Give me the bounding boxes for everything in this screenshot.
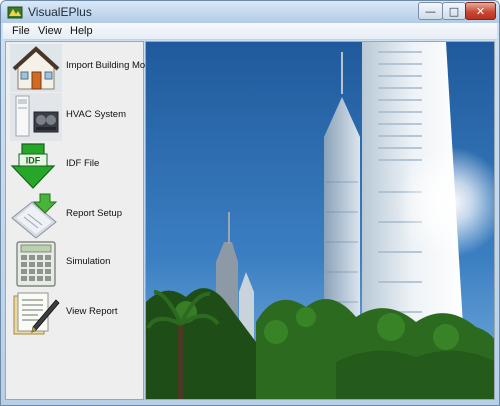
calculator-icon [10, 240, 62, 288]
sidebar-item-label: View Report [66, 306, 118, 317]
idf-icon-text: IDF [26, 156, 41, 166]
sidebar-item-hvac-system[interactable]: HVAC System [10, 93, 144, 141]
sidebar-item-label: HVAC System [66, 109, 127, 120]
report-setup-icon [10, 192, 62, 240]
close-icon: ✕ [475, 4, 486, 18]
menu-bar: File View Help [3, 23, 497, 40]
sidebar-item-import-building-model[interactable]: Import Building Model [10, 44, 158, 92]
menu-help[interactable]: Help [70, 25, 93, 37]
hvac-units-icon [10, 93, 62, 141]
sidebar-item-report-setup[interactable]: Report Setup [10, 192, 144, 240]
minimize-icon: — [425, 4, 436, 18]
report-pen-icon [10, 290, 62, 338]
sidebar-item-label: Simulation [66, 256, 111, 267]
menu-file[interactable]: File [12, 25, 30, 37]
app-logo-icon [7, 6, 23, 19]
maximize-button[interactable]: □ [442, 2, 466, 20]
sidebar-item-simulation[interactable]: Simulation [10, 240, 144, 288]
app-window: VisualEPlus — □ ✕ File View Help Import … [0, 0, 500, 406]
sidebar-item-idf-file[interactable]: IDF IDF File [10, 142, 144, 190]
sidebar-item-label: Report Setup [66, 208, 122, 219]
main-image-panel [145, 41, 495, 400]
sidebar-item-label: IDF File [66, 158, 100, 169]
window-title: VisualEPlus [28, 5, 92, 19]
sidebar-item-view-report[interactable]: View Report [10, 290, 144, 338]
skyline-photo [146, 42, 494, 399]
sidebar: Import Building Model HVAC System IDF ID… [5, 41, 158, 400]
close-button[interactable]: ✕ [465, 2, 496, 20]
house-icon [10, 44, 62, 92]
title-bar: VisualEPlus — □ ✕ [1, 1, 499, 23]
minimize-button[interactable]: — [418, 2, 443, 20]
maximize-icon: □ [448, 4, 460, 18]
menu-view[interactable]: View [38, 25, 62, 37]
idf-download-arrow-icon: IDF [10, 142, 62, 190]
